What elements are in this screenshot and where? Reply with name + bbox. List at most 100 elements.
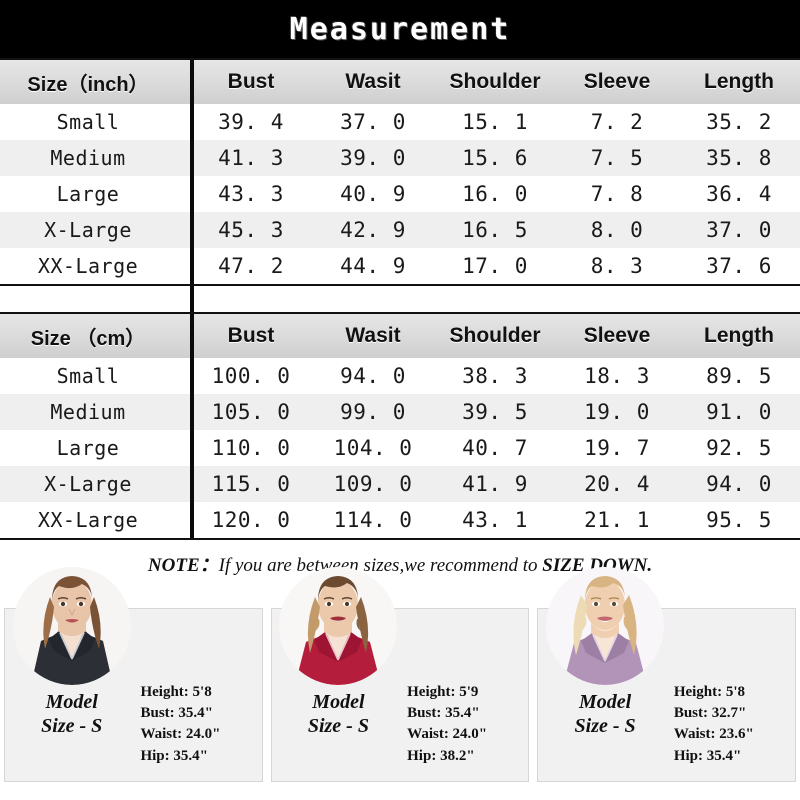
cell-sleeve: 7. 2 <box>590 110 644 134</box>
cell-size: Medium <box>50 400 126 424</box>
cell-bust: 45. 3 <box>218 218 284 242</box>
model-label-line2: Size - S <box>307 714 369 737</box>
model-label-line1: Model <box>45 691 98 713</box>
table-row: Small 100. 0 94. 0 38. 3 18. 3 89. 5 <box>0 358 800 394</box>
measurement-sheet: Measurement Size（inch） Bust Wasit Should… <box>0 0 800 800</box>
cell-length: 95. 5 <box>706 508 772 532</box>
table-row: X-Large 45. 3 42. 9 16. 5 8. 0 37. 0 <box>0 212 800 248</box>
model-card: Model Size - S Height: 5'8 Bust: 32.7" W… <box>537 567 797 782</box>
cell-waist: 37. 0 <box>340 110 406 134</box>
model-measurements: Height: 5'9 Bust: 35.4" Waist: 24.0" Hip… <box>405 682 528 781</box>
header-waist: Wasit <box>345 324 401 347</box>
size-table-cm: Size （cm） Bust Wasit Shoulder Sleeve Len… <box>0 312 800 540</box>
cell-length: 35. 2 <box>706 110 772 134</box>
model-hip: Hip: 38.2" <box>407 747 475 764</box>
column-divider <box>190 286 194 312</box>
size-note: NOTE：If you are between sizes,we recomme… <box>0 540 800 586</box>
cell-size: XX-Large <box>37 254 139 278</box>
cell-waist: 109. 0 <box>333 472 413 496</box>
cell-bust: 39. 4 <box>218 110 284 134</box>
page-title: Measurement <box>289 11 511 47</box>
table-row: Medium 105. 0 99. 0 39. 5 19. 0 91. 0 <box>0 394 800 430</box>
cell-waist: 44. 9 <box>340 254 406 278</box>
column-divider <box>190 314 194 538</box>
cell-size: Medium <box>50 146 126 170</box>
title-bar: Measurement <box>0 0 800 58</box>
model-bust: Bust: 35.4" <box>407 705 480 722</box>
cell-bust: 110. 0 <box>211 436 291 460</box>
model-label-line1: Model <box>578 691 632 713</box>
table-row: Medium 41. 3 39. 0 15. 6 7. 5 35. 8 <box>0 140 800 176</box>
cell-shoulder: 15. 6 <box>462 146 528 170</box>
model-card-list: Model Size - S Height: 5'8 Bust: 35.4" W… <box>0 567 800 782</box>
cell-shoulder: 40. 7 <box>462 436 528 460</box>
cell-sleeve: 18. 3 <box>584 364 650 388</box>
model-size-label: Model Size - S <box>5 691 138 738</box>
model-photo <box>12 567 131 685</box>
cell-sleeve: 8. 0 <box>590 218 644 242</box>
cell-length: 35. 8 <box>706 146 772 170</box>
model-hip: Hip: 35.4" <box>140 747 208 764</box>
header-bust: Bust <box>227 70 275 93</box>
model-card: Model Size - S Height: 5'8 Bust: 35.4" W… <box>4 567 263 782</box>
cell-shoulder: 39. 5 <box>462 400 528 424</box>
cell-bust: 47. 2 <box>218 254 284 278</box>
column-divider <box>190 60 194 284</box>
model-label-line1: Model <box>312 691 365 713</box>
table-row: XX-Large 120. 0 114. 0 43. 1 21. 1 95. 5 <box>0 502 800 538</box>
cell-shoulder: 15. 1 <box>462 110 528 134</box>
cell-shoulder: 41. 9 <box>462 472 528 496</box>
table-header-row: Size （cm） Bust Wasit Shoulder Sleeve Len… <box>0 314 800 358</box>
header-size: Size （cm） <box>30 327 146 350</box>
cell-size: X-Large <box>44 218 132 242</box>
header-length: Length <box>704 70 774 93</box>
model-height: Height: 5'8 <box>140 683 212 700</box>
model-photo <box>546 567 665 685</box>
cell-bust: 43. 3 <box>218 182 284 206</box>
cell-sleeve: 7. 8 <box>590 182 644 206</box>
header-length: Length <box>704 324 774 347</box>
cell-waist: 40. 9 <box>340 182 406 206</box>
size-table-inch: Size（inch） Bust Wasit Shoulder Sleeve Le… <box>0 58 800 286</box>
model-bust: Bust: 35.4" <box>140 705 213 722</box>
cell-length: 94. 0 <box>706 472 772 496</box>
cell-bust: 115. 0 <box>211 472 291 496</box>
cell-length: 91. 0 <box>706 400 772 424</box>
model-waist: Waist: 23.6" <box>673 726 754 743</box>
cell-length: 37. 0 <box>706 218 772 242</box>
table-row: Large 43. 3 40. 9 16. 0 7. 8 36. 4 <box>0 176 800 212</box>
table-row: X-Large 115. 0 109. 0 41. 9 20. 4 94. 0 <box>0 466 800 502</box>
cell-waist: 39. 0 <box>340 146 406 170</box>
cell-length: 36. 4 <box>706 182 772 206</box>
table-gap <box>0 286 800 312</box>
cell-waist: 94. 0 <box>340 364 406 388</box>
cell-size: Small <box>56 364 120 388</box>
model-height: Height: 5'8 <box>673 683 746 700</box>
model-height: Height: 5'9 <box>407 683 479 700</box>
header-shoulder: Shoulder <box>449 70 541 93</box>
cell-waist: 104. 0 <box>333 436 413 460</box>
model-label-line2: Size - S <box>574 714 636 737</box>
model-bust: Bust: 32.7" <box>673 705 747 722</box>
cell-size: Small <box>56 110 120 134</box>
cell-sleeve: 19. 0 <box>584 400 650 424</box>
cell-shoulder: 43. 1 <box>462 508 528 532</box>
cell-sleeve: 19. 7 <box>584 436 650 460</box>
model-hip: Hip: 35.4" <box>673 747 742 764</box>
model-waist: Waist: 24.0" <box>407 726 488 743</box>
cell-sleeve: 8. 3 <box>590 254 644 278</box>
header-sleeve: Sleeve <box>583 324 651 347</box>
header-sleeve: Sleeve <box>583 70 651 93</box>
table-header-row: Size（inch） Bust Wasit Shoulder Sleeve Le… <box>0 60 800 104</box>
cell-length: 92. 5 <box>706 436 772 460</box>
cell-sleeve: 21. 1 <box>584 508 650 532</box>
cell-size: Large <box>56 182 120 206</box>
cell-waist: 42. 9 <box>340 218 406 242</box>
model-label-line2: Size - S <box>41 714 103 737</box>
header-shoulder: Shoulder <box>449 324 541 347</box>
note-lead: NOTE： <box>147 554 219 576</box>
model-measurements: Height: 5'8 Bust: 32.7" Waist: 23.6" Hip… <box>672 682 795 781</box>
cell-sleeve: 20. 4 <box>584 472 650 496</box>
cell-length: 89. 5 <box>706 364 772 388</box>
cell-sleeve: 7. 5 <box>590 146 644 170</box>
